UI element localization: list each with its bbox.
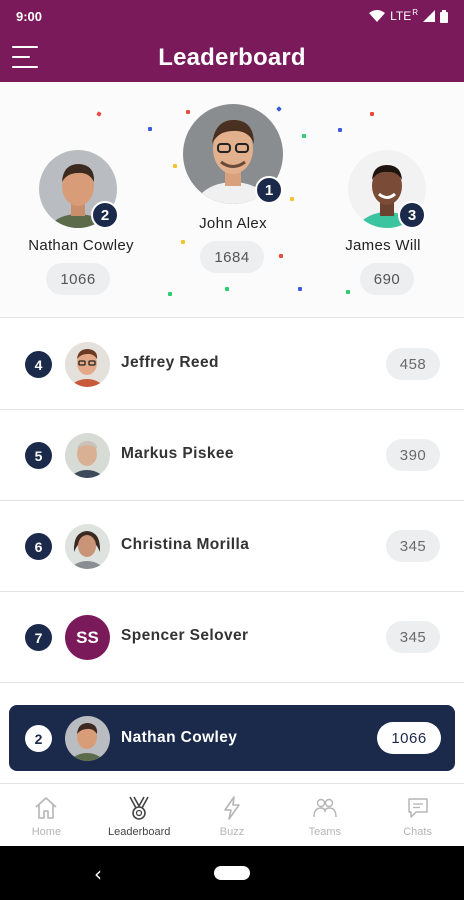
confetti <box>225 287 229 291</box>
current-user-score: 1066 <box>377 722 441 754</box>
system-nav-bar: ‹ <box>0 846 464 900</box>
confetti <box>186 110 190 114</box>
podium-score-3: 690 <box>360 263 414 295</box>
nav-teams[interactable]: Teams <box>278 784 371 846</box>
page-title: Leaderboard <box>158 44 306 71</box>
status-bar: 9:00 LTE R <box>0 0 464 32</box>
wifi-icon <box>369 9 386 22</box>
row-name: Christina Morilla <box>121 536 250 553</box>
row-score: 345 <box>386 621 440 653</box>
list-item[interactable]: 4 Jeffrey Reed 458 <box>0 319 464 410</box>
teams-icon <box>313 798 337 818</box>
row-rank-badge: 7 <box>25 624 52 651</box>
home-pill[interactable] <box>214 866 250 880</box>
avatar: SS <box>65 615 110 660</box>
trophy-icon <box>129 796 149 820</box>
list-item[interactable]: 5 Markus Piskee 390 <box>0 410 464 501</box>
avatar <box>65 342 110 387</box>
confetti <box>302 134 306 138</box>
status-icons: LTE R <box>369 7 448 23</box>
podium-score-2: 1066 <box>46 263 110 295</box>
podium-name-2: Nathan Cowley <box>28 237 134 254</box>
podium-name-3: James Will <box>345 237 421 254</box>
row-name: Markus Piskee <box>121 445 234 462</box>
back-icon[interactable]: ‹ <box>94 862 102 886</box>
nav-buzz[interactable]: Buzz <box>186 784 279 846</box>
confetti <box>338 128 342 132</box>
row-rank-badge: 4 <box>25 351 52 378</box>
bottom-nav: Home Leaderboard Buzz Teams Chats <box>0 783 464 846</box>
avatar <box>65 433 110 478</box>
row-score: 390 <box>386 439 440 471</box>
row-rank-badge: 6 <box>25 533 52 560</box>
confetti <box>148 127 152 131</box>
network-label: LTE <box>390 9 412 23</box>
nav-home[interactable]: Home <box>0 784 93 846</box>
confetti <box>173 164 177 168</box>
row-score: 458 <box>386 348 440 380</box>
podium-rank-badge-1: 1 <box>255 176 283 204</box>
confetti <box>298 287 302 291</box>
row-name: Spencer Selover <box>121 627 249 644</box>
confetti <box>346 290 350 294</box>
confetti <box>96 111 102 117</box>
battery-icon <box>440 9 448 23</box>
list-item[interactable]: 7 SS Spencer Selover 345 <box>0 592 464 683</box>
podium-score-1: 1684 <box>200 241 264 273</box>
confetti <box>370 112 374 116</box>
roaming-label: R <box>412 7 418 17</box>
current-user-rank-badge: 2 <box>25 725 52 752</box>
nav-leaderboard[interactable]: Leaderboard <box>93 784 186 846</box>
current-user-card[interactable]: 2 Nathan Cowley 1066 <box>9 705 455 771</box>
confetti <box>279 254 283 258</box>
nav-leaderboard-label: Leaderboard <box>108 826 171 838</box>
confetti <box>168 292 172 296</box>
nav-chats[interactable]: Chats <box>371 784 464 846</box>
avatar <box>65 524 110 569</box>
podium-name-1: John Alex <box>199 215 267 232</box>
signal-icon <box>423 10 435 22</box>
app-bar: Leaderboard <box>0 32 464 82</box>
avatar <box>65 716 110 761</box>
confetti <box>276 106 282 112</box>
chat-icon <box>407 798 428 818</box>
status-time: 9:00 <box>16 8 43 24</box>
nav-chats-label: Chats <box>403 826 432 838</box>
row-score: 345 <box>386 530 440 562</box>
podium-rank-badge-3: 3 <box>398 201 426 229</box>
podium-rank-badge-2: 2 <box>91 201 119 229</box>
row-name: Jeffrey Reed <box>121 354 219 371</box>
current-user-name: Nathan Cowley <box>121 729 238 746</box>
podium: 1 John Alex 1684 2 Nathan Cowley 1066 3 … <box>0 82 464 318</box>
home-icon <box>35 797 57 819</box>
list-item[interactable]: 6 Christina Morilla 345 <box>0 501 464 592</box>
row-rank-badge: 5 <box>25 442 52 469</box>
confetti <box>290 197 294 201</box>
confetti <box>181 240 185 244</box>
nav-home-label: Home <box>31 826 62 838</box>
nav-buzz-label: Buzz <box>219 826 245 838</box>
lightning-icon <box>224 796 240 820</box>
nav-teams-label: Teams <box>308 826 341 838</box>
